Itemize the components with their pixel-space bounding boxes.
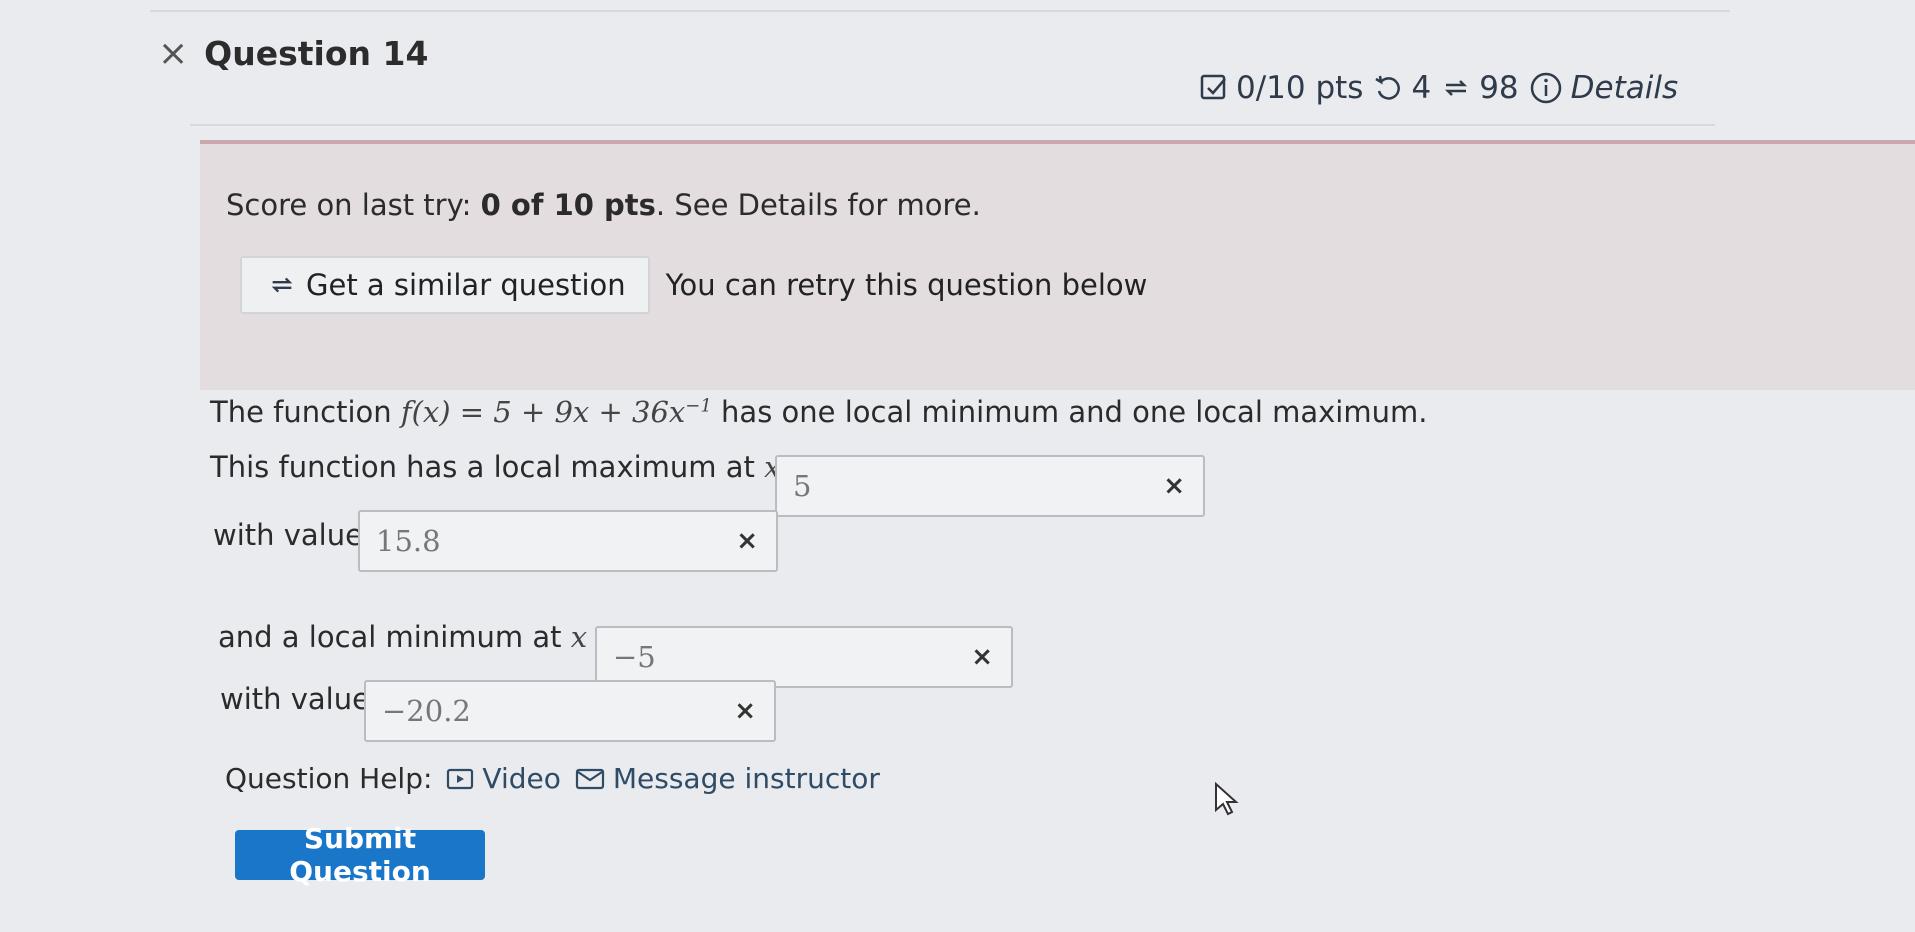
min-value-incorrect-icon: × — [734, 696, 756, 726]
header-divider — [190, 124, 1715, 126]
max-prompt: This function has a local maximum at x = — [210, 450, 814, 484]
top-divider — [150, 10, 1730, 12]
min-prompt: and a local minimum at x = — [218, 620, 621, 654]
mouse-cursor-icon — [1215, 782, 1239, 816]
details-label: Details — [1570, 70, 1679, 106]
question-title: Question 14 — [204, 34, 429, 73]
max-value-input[interactable]: 15.8 × — [358, 510, 778, 572]
similar-indicator: 98 — [1441, 70, 1519, 106]
question-intro: The function f(x) = 5 + 9x + 36x−1 has o… — [210, 395, 1427, 429]
last-try-score: Score on last try: 0 of 10 pts. See Deta… — [226, 188, 981, 222]
function-exponent: −1 — [685, 395, 712, 417]
details-link[interactable]: Details — [1529, 70, 1678, 106]
score-value: 0 of 10 pts — [480, 188, 656, 222]
incorrect-icon: × — [158, 32, 189, 74]
min-prefix: and a local minimum at — [218, 620, 571, 654]
retry-text: You can retry this question below — [665, 268, 1148, 302]
min-value-label: with value — [220, 682, 370, 716]
intro-prefix: The function — [210, 395, 401, 429]
min-value-input[interactable]: −20.2 × — [364, 680, 776, 742]
checkbox-icon — [1200, 74, 1228, 102]
similar-question-icon — [271, 277, 293, 293]
max-value-incorrect-icon: × — [736, 526, 758, 556]
video-label: Video — [482, 762, 561, 795]
similar-count: 98 — [1479, 70, 1519, 106]
message-instructor-link[interactable]: Message instructor — [575, 762, 880, 795]
info-icon — [1529, 71, 1563, 105]
envelope-icon — [575, 768, 604, 789]
similar-row: Get a similar question You can retry thi… — [240, 256, 1147, 314]
min-x-incorrect-icon: × — [971, 642, 993, 672]
similar-button-label: Get a similar question — [306, 268, 626, 302]
max-x-value: 5 — [793, 469, 812, 503]
score-text: 0/10 pts — [1236, 70, 1364, 106]
min-x-input[interactable]: −5 × — [595, 626, 1013, 688]
function-expression: f(x) = 5 + 9x + 36x−1 — [401, 395, 712, 429]
score-indicator: 0/10 pts — [1200, 70, 1363, 106]
submit-question-button[interactable]: Submit Question — [235, 822, 485, 888]
max-value-label: with value — [213, 518, 363, 552]
similar-question-icon — [1441, 73, 1471, 103]
question-header: × Question 14 — [158, 34, 428, 73]
message-label: Message instructor — [612, 762, 880, 795]
question-page: × Question 14 0/10 pts 4 98 Details Scor… — [0, 0, 1915, 932]
retry-icon — [1373, 73, 1403, 103]
video-icon — [447, 768, 474, 789]
score-suffix: . See Details for more. — [655, 188, 981, 222]
get-similar-question-button[interactable]: Get a similar question — [240, 256, 650, 314]
question-meta: 0/10 pts 4 98 Details — [1200, 70, 1678, 106]
max-value-value: 15.8 — [376, 524, 441, 558]
score-prefix: Score on last try: — [226, 188, 481, 222]
retries-indicator: 4 — [1373, 70, 1431, 106]
min-x-value: −5 — [613, 640, 656, 674]
help-label: Question Help: — [225, 762, 433, 795]
question-help: Question Help: Video Message instructor — [225, 762, 880, 795]
function-math: f(x) = 5 + 9x + 36x — [400, 395, 686, 429]
max-x-input[interactable]: 5 × — [775, 455, 1205, 517]
video-link[interactable]: Video — [446, 762, 561, 795]
retry-banner: Score on last try: 0 of 10 pts. See Deta… — [200, 140, 1915, 390]
min-value-value: −20.2 — [382, 694, 471, 728]
max-x-incorrect-icon: × — [1163, 471, 1185, 501]
retries-count: 4 — [1411, 70, 1432, 106]
intro-suffix: has one local minimum and one local maxi… — [711, 395, 1428, 429]
max-prefix: This function has a local maximum at — [210, 450, 765, 484]
